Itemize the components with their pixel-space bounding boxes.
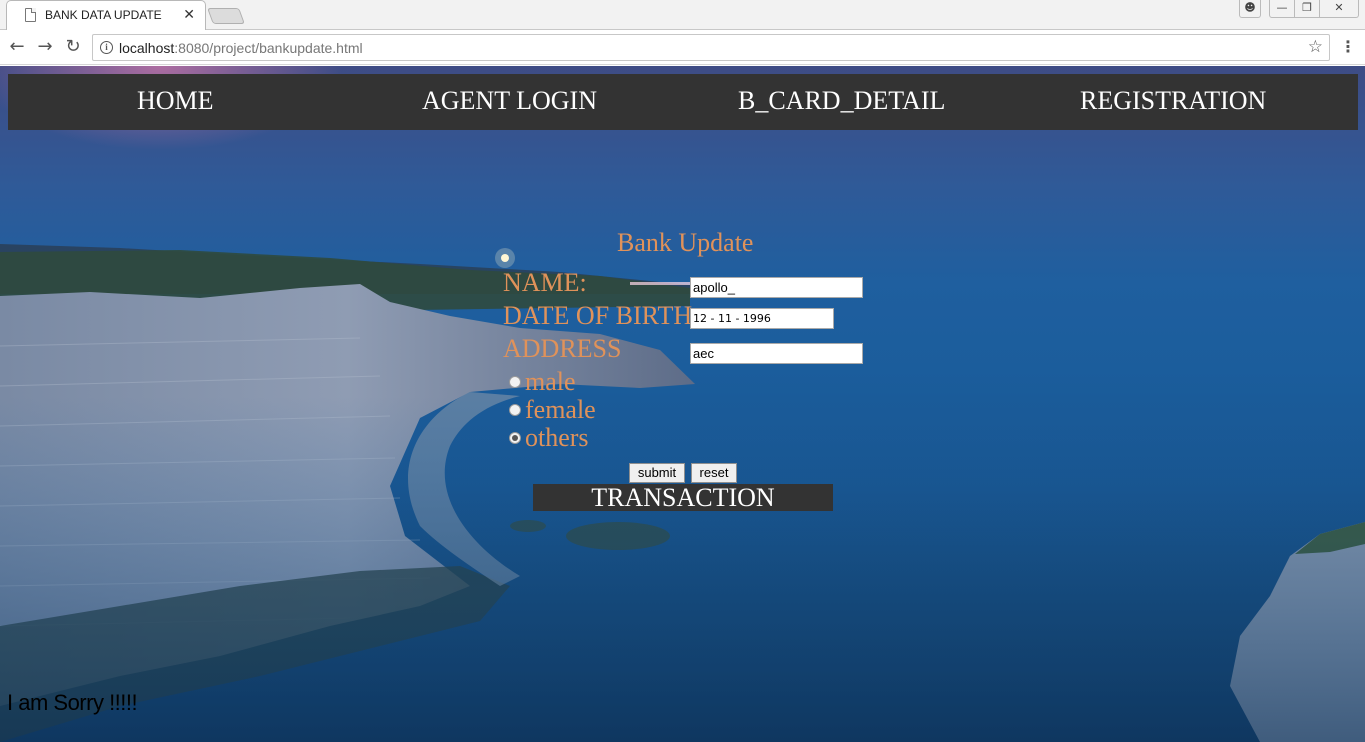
others-radio[interactable] xyxy=(509,432,521,444)
tab-title: BANK DATA UPDATE xyxy=(45,8,162,22)
others-radio-label: others xyxy=(525,423,589,452)
address-label: ADDRESS xyxy=(503,334,622,363)
name-label: NAME: xyxy=(503,268,587,297)
tab-close-icon[interactable]: ✕ xyxy=(183,6,195,24)
name-input[interactable]: apollo_ xyxy=(690,277,863,298)
male-radio-label: male xyxy=(525,367,576,396)
dob-input[interactable]: 12 - 11 - 1996 xyxy=(690,308,834,329)
male-radio[interactable] xyxy=(509,376,521,388)
nav-agent-login-link[interactable]: AGENT LOGIN xyxy=(422,86,597,116)
url-host: localhost xyxy=(119,40,175,56)
address-bar[interactable]: i localhost:8080/project/bankupdate.html… xyxy=(92,34,1330,61)
female-radio-label: female xyxy=(525,395,596,424)
url-path: :8080/project/bankupdate.html xyxy=(174,40,363,56)
form-title: Bank Update xyxy=(617,228,754,257)
browser-menu-icon[interactable]: ⋮ xyxy=(1340,38,1356,56)
profile-icon[interactable]: ☻ xyxy=(1239,0,1261,18)
top-navigation: HOME AGENT LOGIN B_CARD_DETAIL REGISTRAT… xyxy=(8,74,1358,130)
page-viewport: HOME AGENT LOGIN B_CARD_DETAIL REGISTRAT… xyxy=(0,66,1365,742)
female-radio[interactable] xyxy=(509,404,521,416)
sorry-message: I am Sorry !!!!! xyxy=(7,690,138,715)
background-cliff-image xyxy=(0,244,1365,742)
nav-home-link[interactable]: HOME xyxy=(137,86,214,116)
info-icon[interactable]: i xyxy=(100,41,113,54)
new-tab-button[interactable] xyxy=(207,8,245,24)
window-close-button[interactable]: ✕ xyxy=(1319,0,1359,18)
reload-icon[interactable]: ↻ xyxy=(62,36,84,58)
back-arrow-icon[interactable]: ← xyxy=(6,36,28,58)
browser-toolbar: ← → ↻ i localhost:8080/project/bankupdat… xyxy=(0,30,1365,65)
minimize-button[interactable]: — xyxy=(1269,0,1295,18)
browser-tab[interactable]: BANK DATA UPDATE ✕ xyxy=(6,0,206,30)
bookmark-star-icon[interactable]: ☆ xyxy=(1308,37,1323,57)
forward-arrow-icon[interactable]: → xyxy=(34,36,56,58)
restore-button[interactable]: ❐ xyxy=(1294,0,1320,18)
url-text[interactable]: localhost:8080/project/bankupdate.html xyxy=(119,40,363,56)
address-input[interactable]: aec xyxy=(690,343,863,364)
submit-button[interactable]: submit xyxy=(629,463,685,483)
dob-label: DATE OF BIRTH xyxy=(503,301,693,330)
browser-tabstrip: BANK DATA UPDATE ✕ ☻ — ❐ ✕ xyxy=(0,0,1365,30)
transaction-link[interactable]: TRANSACTION xyxy=(533,484,833,511)
reset-button[interactable]: reset xyxy=(691,463,737,483)
nav-b-card-detail-link[interactable]: B_CARD_DETAIL xyxy=(738,86,945,116)
nav-registration-link[interactable]: REGISTRATION xyxy=(1080,86,1266,116)
page-icon xyxy=(25,8,36,22)
